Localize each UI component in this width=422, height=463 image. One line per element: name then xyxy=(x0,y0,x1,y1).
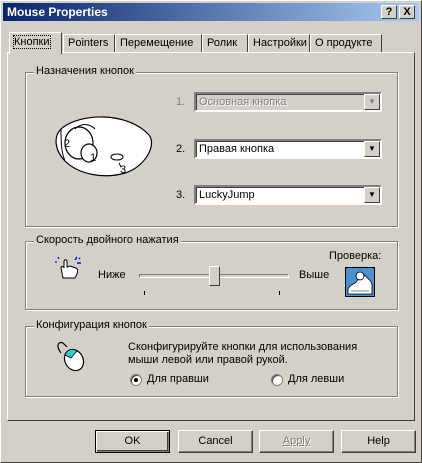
assignment-number-2: 2. xyxy=(176,143,186,155)
chevron-down-icon[interactable]: ▼ xyxy=(364,141,380,157)
tab-wheel[interactable]: Ролик xyxy=(202,34,248,52)
double-click-hand-icon xyxy=(55,256,81,279)
cancel-button[interactable]: Cancel xyxy=(178,430,253,453)
tab-settings[interactable]: Настройки xyxy=(248,34,310,52)
button-configuration-title: Конфигурация кнопок xyxy=(34,319,149,331)
ok-button[interactable]: OK xyxy=(95,430,170,453)
tab-pointers[interactable]: Pointers xyxy=(63,34,115,52)
tab-motion[interactable]: Перемещение xyxy=(115,34,202,52)
right-hand-label[interactable]: Для правши xyxy=(147,373,209,385)
config-description-line2: мыши левой или правой рукой. xyxy=(128,354,288,366)
config-description-line1: Сконфигурируйте кнопки для использования xyxy=(128,341,358,353)
left-hand-radio[interactable] xyxy=(271,374,283,386)
apply-button[interactable]: Apply xyxy=(259,430,334,453)
left-hand-label[interactable]: Для левши xyxy=(288,373,344,385)
speed-slow-label: Ниже xyxy=(98,269,126,281)
button1-assignment-select: Основная кнопка ▼ xyxy=(194,92,382,112)
mouse-hand-icon xyxy=(57,341,85,372)
mouse-button-label-1: 1 xyxy=(90,152,97,164)
chevron-down-icon: ▼ xyxy=(364,94,380,110)
window-title: Mouse Properties xyxy=(7,5,108,19)
assignment-number-1: 1. xyxy=(176,96,186,108)
speed-fast-label: Выше xyxy=(299,269,330,281)
button2-assignment-select[interactable]: Правая кнопка ▼ xyxy=(194,139,382,159)
mouse-button-label-2: 2 xyxy=(64,138,71,150)
close-icon[interactable]: X xyxy=(399,5,415,19)
mouse-button-label-3: 3 xyxy=(120,164,127,176)
assignment-number-3: 3. xyxy=(176,189,186,201)
double-click-speed-title: Скорость двойного нажатия xyxy=(34,234,181,246)
slider-tick-max xyxy=(279,291,280,295)
test-area-jack-in-box-icon[interactable] xyxy=(345,267,375,297)
help-icon[interactable]: ? xyxy=(381,5,397,19)
mouse-properties-window: Mouse Properties ? X Кнопки Pointers Пер… xyxy=(0,0,422,463)
title-bar: Mouse Properties ? X xyxy=(3,3,419,21)
tab-about[interactable]: О продукте xyxy=(310,34,382,52)
radio-selected-dot xyxy=(134,378,138,382)
chevron-down-icon[interactable]: ▼ xyxy=(364,187,380,203)
button-assignments-title: Назначения кнопок xyxy=(34,65,136,77)
right-hand-radio[interactable] xyxy=(130,374,142,386)
tab-buttons[interactable]: Кнопки xyxy=(9,32,62,54)
help-button[interactable]: Help xyxy=(341,430,416,453)
test-area-label: Проверка: xyxy=(329,250,382,262)
button3-assignment-select[interactable]: LuckyJump ▼ xyxy=(194,185,382,205)
speed-slider-thumb[interactable] xyxy=(209,266,220,286)
slider-tick-min xyxy=(144,291,145,295)
